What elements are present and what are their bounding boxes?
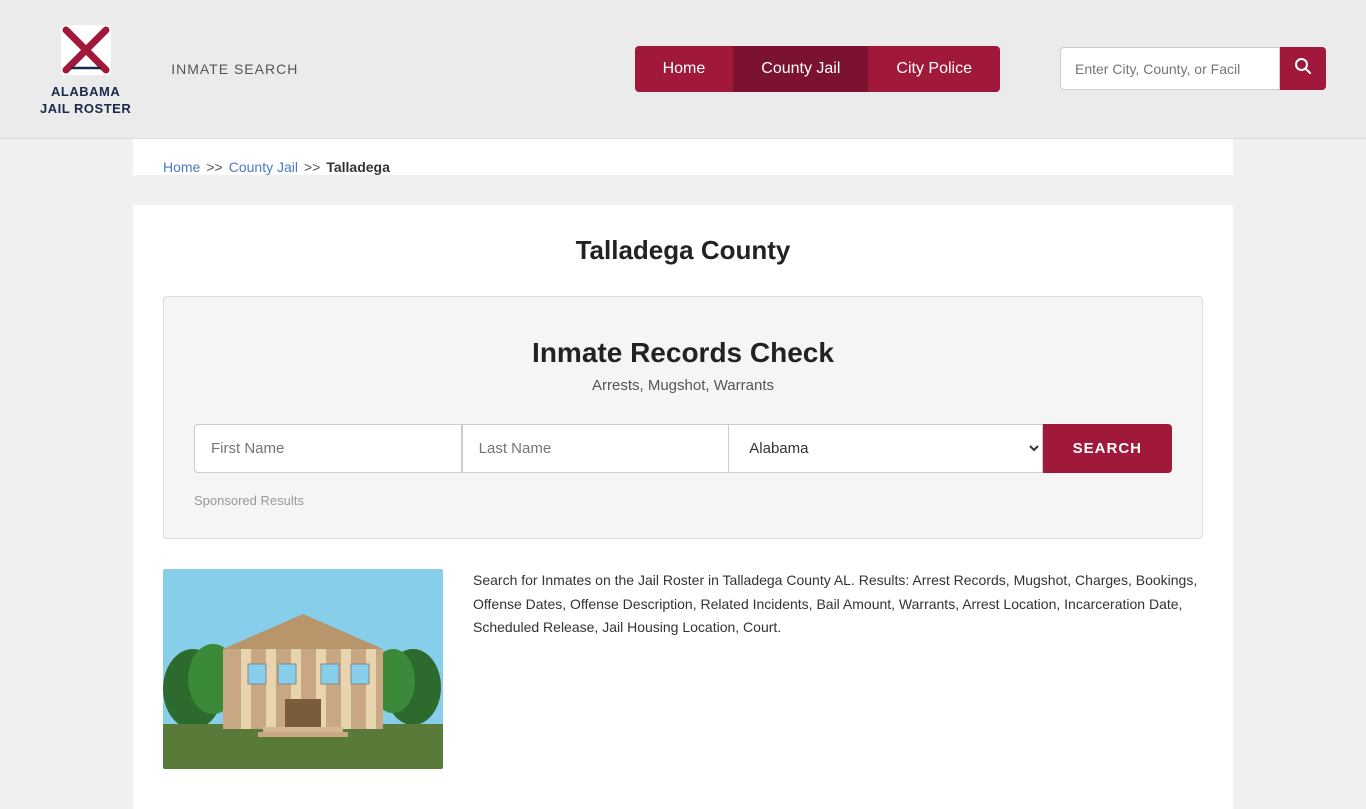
facility-illustration xyxy=(163,569,443,769)
header-search-input[interactable] xyxy=(1060,47,1280,90)
facility-description-text: Search for Inmates on the Jail Roster in… xyxy=(473,569,1203,640)
facility-image xyxy=(163,569,443,769)
first-name-input[interactable] xyxy=(194,424,462,473)
records-check-box: Inmate Records Check Arrests, Mugshot, W… xyxy=(163,296,1203,539)
breadcrumb-sep-2: >> xyxy=(304,159,320,175)
main-nav: Home County Jail City Police xyxy=(635,46,1000,92)
logo-link[interactable]: ALABAMAJAIL ROSTER xyxy=(40,20,131,118)
header-search-button[interactable] xyxy=(1280,47,1326,90)
sponsored-results-label: Sponsored Results xyxy=(194,493,1172,508)
breadcrumb-county-jail-link[interactable]: County Jail xyxy=(229,159,298,175)
facility-description: Search for Inmates on the Jail Roster in… xyxy=(473,569,1203,769)
records-search-form: Alabama Alaska Arizona Arkansas Californ… xyxy=(194,424,1172,473)
search-icon xyxy=(1294,57,1312,75)
records-subtitle: Arrests, Mugshot, Warrants xyxy=(194,377,1172,394)
records-title: Inmate Records Check xyxy=(194,337,1172,369)
state-select[interactable]: Alabama Alaska Arizona Arkansas Californ… xyxy=(729,424,1042,473)
main-content: Talladega County Inmate Records Check Ar… xyxy=(133,205,1233,809)
records-search-button[interactable]: SEARCH xyxy=(1043,424,1172,473)
nav-home-button[interactable]: Home xyxy=(635,46,734,92)
last-name-input[interactable] xyxy=(462,424,730,473)
breadcrumb-home-link[interactable]: Home xyxy=(163,159,200,175)
page-title: Talladega County xyxy=(163,235,1203,266)
breadcrumb: Home >> County Jail >> Talladega xyxy=(133,139,1233,175)
breadcrumb-current: Talladega xyxy=(326,159,390,175)
inmate-search-link[interactable]: INMATE SEARCH xyxy=(171,61,298,77)
nav-city-police-button[interactable]: City Police xyxy=(868,46,1000,92)
bottom-section: Search for Inmates on the Jail Roster in… xyxy=(163,569,1203,789)
logo-text: ALABAMAJAIL ROSTER xyxy=(40,84,131,118)
site-header: ALABAMAJAIL ROSTER INMATE SEARCH Home Co… xyxy=(0,0,1366,139)
nav-county-jail-button[interactable]: County Jail xyxy=(733,46,868,92)
header-search-bar xyxy=(1060,47,1326,90)
breadcrumb-sep-1: >> xyxy=(206,159,222,175)
logo-icon xyxy=(56,20,116,80)
